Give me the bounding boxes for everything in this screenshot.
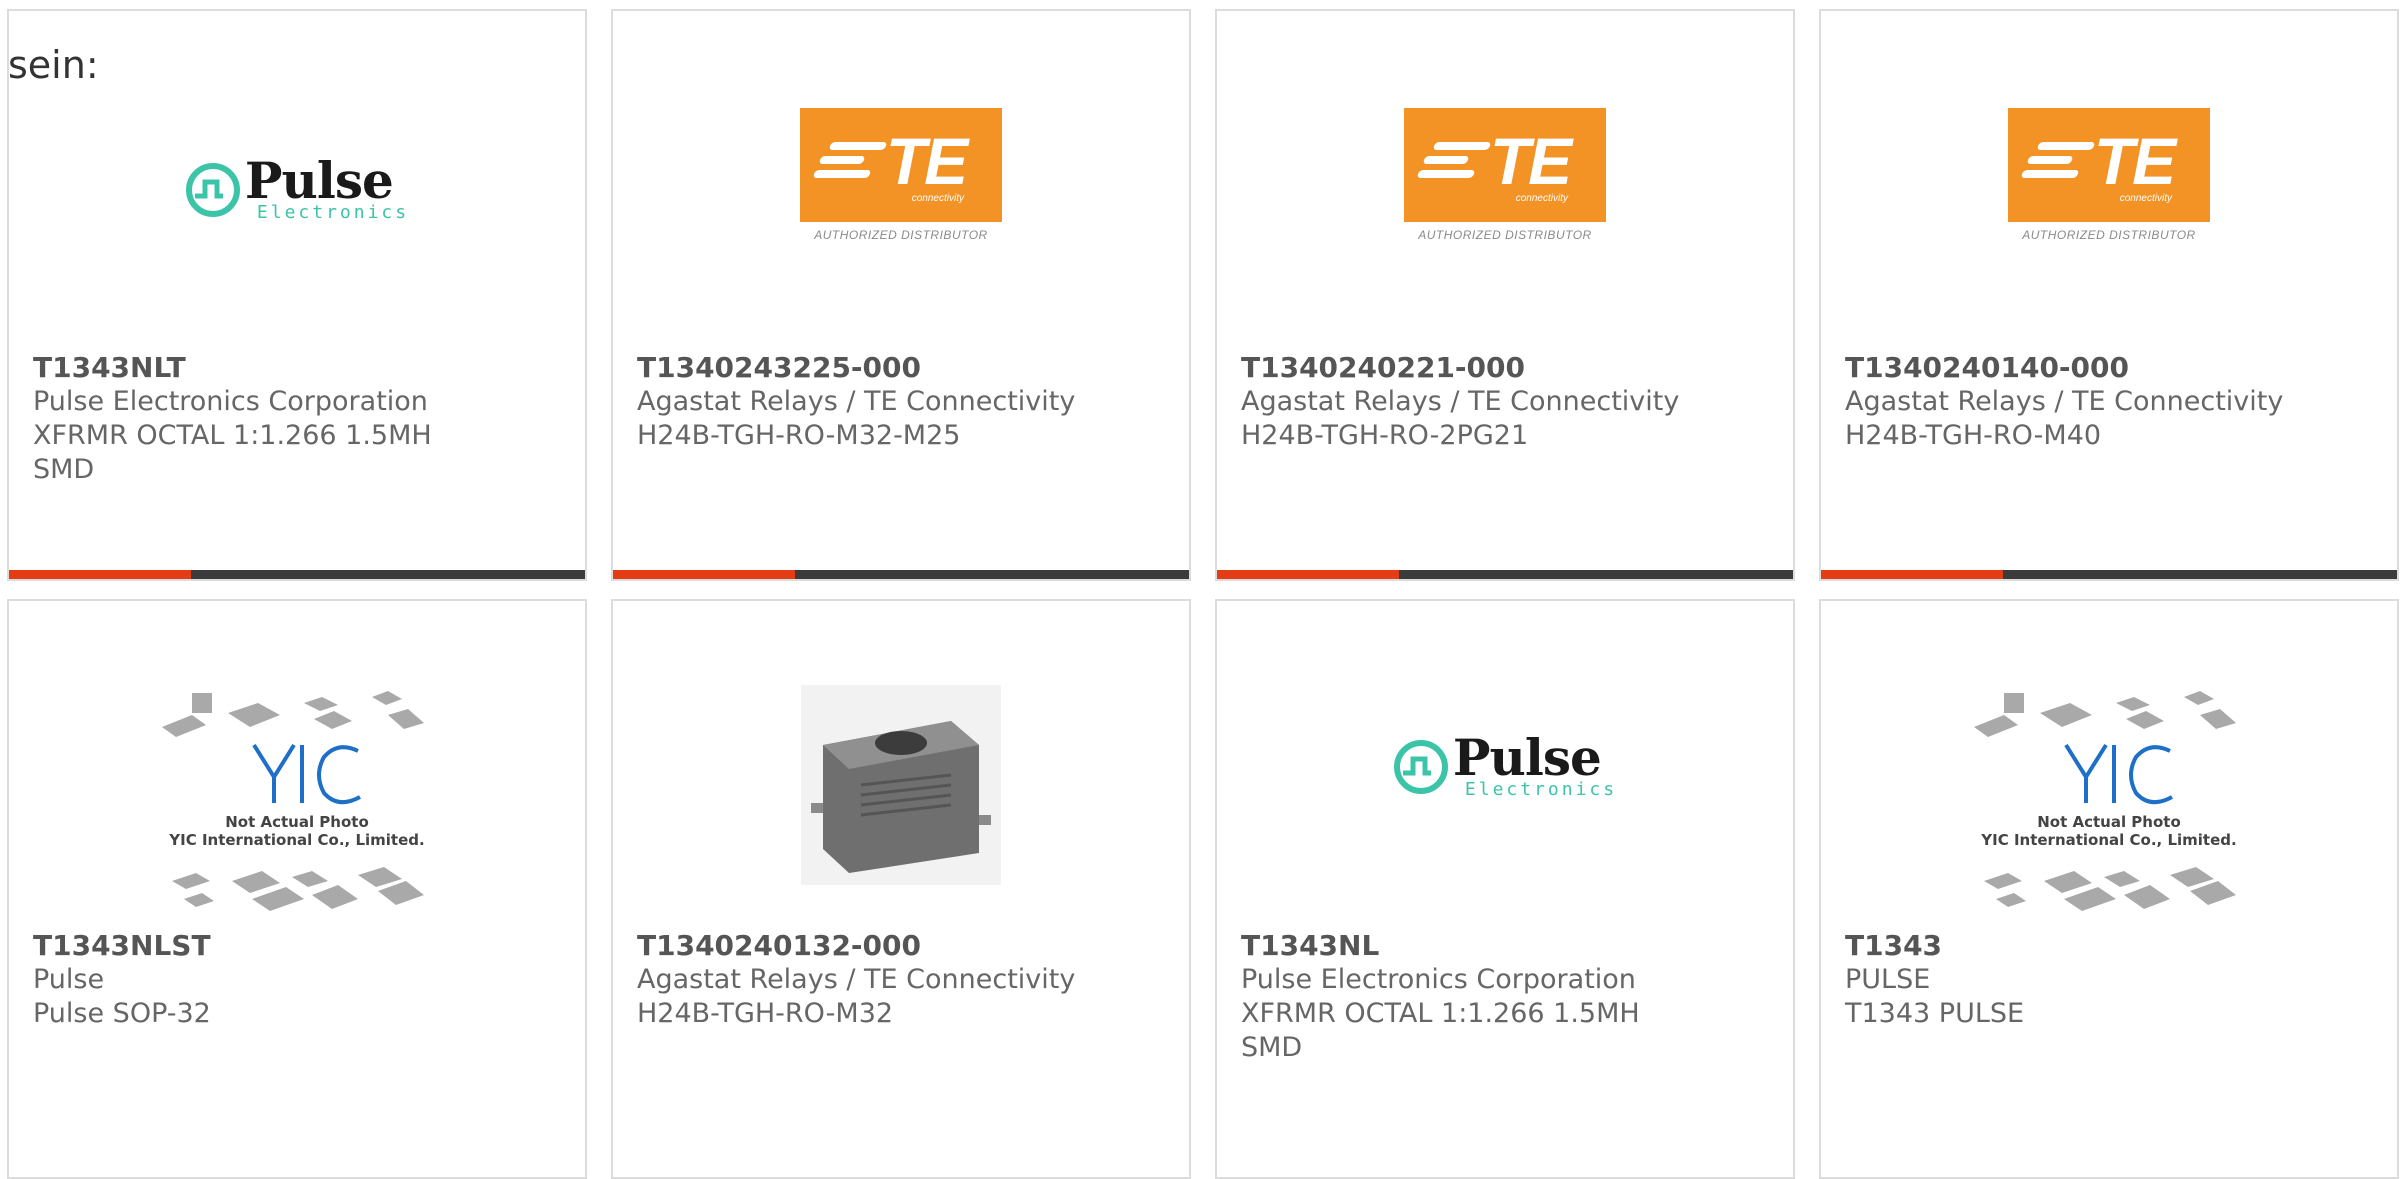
te-stripes-icon xyxy=(1416,142,1492,184)
pulse-mark-icon xyxy=(185,163,240,217)
te-brand: TE xyxy=(885,124,968,198)
product-card[interactable]: TE connectivity AUTHORIZED DISTRIBUTOR T… xyxy=(1819,9,2399,581)
description: H24B-TGH-RO-M32 xyxy=(637,998,894,1029)
description: H24B-TGH-RO-M32-M25 xyxy=(637,420,961,451)
pulse-subtext: Electronics xyxy=(1464,779,1618,800)
pulse-brand: Pulse xyxy=(1452,728,1602,787)
product-card[interactable]: Not Actual Photo YIC International Co., … xyxy=(7,599,587,1179)
yic-line2: YIC International Co., Limited. xyxy=(1981,831,2237,849)
part-number[interactable]: T1340240132-000 xyxy=(637,929,1173,963)
product-image[interactable]: Not Actual Photo YIC International Co., … xyxy=(1821,685,2397,911)
yic-placeholder: Not Actual Photo YIC International Co., … xyxy=(1974,685,2244,925)
product-image[interactable]: TE connectivity AUTHORIZED DISTRIBUTOR xyxy=(1217,108,1793,308)
pulse-brand: Pulse xyxy=(244,151,394,210)
manufacturer: Agastat Relays / TE Connectivity xyxy=(1241,386,1680,417)
product-card[interactable]: T1340240132-000 Agastat Relays / TE Conn… xyxy=(611,599,1191,1179)
product-image[interactable] xyxy=(613,685,1189,885)
te-logo: TE connectivity AUTHORIZED DISTRIBUTOR xyxy=(2008,108,2210,242)
product-card[interactable]: TE connectivity AUTHORIZED DISTRIBUTOR T… xyxy=(1215,9,1795,581)
connector-photo xyxy=(801,685,1001,885)
product-image[interactable]: Not Actual Photo YIC International Co., … xyxy=(9,685,585,911)
te-distributor: AUTHORIZED DISTRIBUTOR xyxy=(814,228,988,242)
yic-line1: Not Actual Photo xyxy=(2037,813,2181,831)
product-card[interactable]: Pulse Electronics T1343NLT Pulse Electro… xyxy=(7,9,587,581)
manufacturer: Agastat Relays / TE Connectivity xyxy=(637,386,1076,417)
product-image[interactable]: Pulse Electronics xyxy=(9,108,585,308)
card-bottom-bar xyxy=(9,570,585,579)
te-logo: TE connectivity AUTHORIZED DISTRIBUTOR xyxy=(1404,108,1606,242)
te-logo: TE connectivity AUTHORIZED DISTRIBUTOR xyxy=(800,108,1002,242)
te-brand: TE xyxy=(2093,124,2176,198)
description: H24B-TGH-RO-2PG21 xyxy=(1241,420,1529,451)
part-number[interactable]: T1343NL xyxy=(1241,929,1777,963)
yic-placeholder: Not Actual Photo YIC International Co., … xyxy=(162,685,432,925)
te-subtext: connectivity xyxy=(911,193,964,204)
te-subtext: connectivity xyxy=(2119,193,2172,204)
card-bottom-bar xyxy=(613,570,1189,579)
manufacturer: Pulse xyxy=(33,964,105,995)
product-card[interactable]: Not Actual Photo YIC International Co., … xyxy=(1819,599,2399,1179)
product-card[interactable]: TE connectivity AUTHORIZED DISTRIBUTOR T… xyxy=(611,9,1191,581)
card-bottom-bar xyxy=(1217,570,1793,579)
manufacturer: Agastat Relays / TE Connectivity xyxy=(1845,386,2284,417)
te-brand: TE xyxy=(1489,124,1572,198)
description: SMD xyxy=(1241,1032,1303,1063)
manufacturer: Agastat Relays / TE Connectivity xyxy=(637,964,1076,995)
card-bottom-bar xyxy=(1821,570,2397,579)
description: XFRMR OCTAL 1:1.266 1.5MH xyxy=(33,420,432,451)
te-subtext: connectivity xyxy=(1515,193,1568,204)
description: SMD xyxy=(33,454,95,485)
product-image[interactable]: TE connectivity AUTHORIZED DISTRIBUTOR xyxy=(613,108,1189,308)
chip-collage-icon xyxy=(162,691,424,911)
product-image[interactable]: TE connectivity AUTHORIZED DISTRIBUTOR xyxy=(1821,108,2397,308)
product-card[interactable]: Pulse Electronics T1343NL Pulse Electron… xyxy=(1215,599,1795,1179)
pulse-logo: Pulse Electronics xyxy=(1393,728,1618,800)
manufacturer: Pulse Electronics Corporation xyxy=(1241,964,1636,995)
manufacturer: PULSE xyxy=(1845,964,1931,995)
te-distributor: AUTHORIZED DISTRIBUTOR xyxy=(2022,228,2196,242)
intro-text: sein: xyxy=(8,43,99,87)
te-distributor: AUTHORIZED DISTRIBUTOR xyxy=(1418,228,1592,242)
te-stripes-icon xyxy=(812,142,888,184)
te-stripes-icon xyxy=(2020,142,2096,184)
connector-hood-icon xyxy=(811,721,991,873)
pulse-mark-icon xyxy=(1393,740,1448,794)
product-image[interactable]: Pulse Electronics xyxy=(1217,685,1793,885)
part-number[interactable]: T1340240140-000 xyxy=(1845,351,2381,385)
part-number[interactable]: T1343 xyxy=(1845,929,2381,963)
pulse-subtext: Electronics xyxy=(256,202,410,223)
part-number[interactable]: T1343NLST xyxy=(33,929,569,963)
part-number[interactable]: T1340240221-000 xyxy=(1241,351,1777,385)
yic-line2: YIC International Co., Limited. xyxy=(169,831,425,849)
description: Pulse SOP-32 xyxy=(33,998,211,1029)
manufacturer: Pulse Electronics Corporation xyxy=(33,386,428,417)
pulse-logo: Pulse Electronics xyxy=(185,151,410,223)
yic-line1: Not Actual Photo xyxy=(225,813,369,831)
description: T1343 PULSE xyxy=(1845,998,2025,1029)
chip-collage-icon xyxy=(1974,691,2236,911)
description: H24B-TGH-RO-M40 xyxy=(1845,420,2102,451)
part-number[interactable]: T1340243225-000 xyxy=(637,351,1173,385)
part-number[interactable]: T1343NLT xyxy=(33,351,569,385)
description: XFRMR OCTAL 1:1.266 1.5MH xyxy=(1241,998,1640,1029)
